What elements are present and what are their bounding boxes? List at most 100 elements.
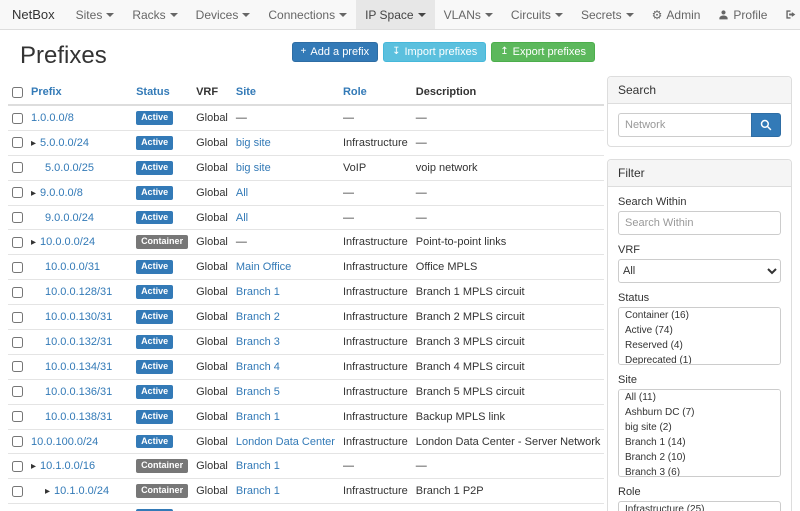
- row-checkbox[interactable]: [12, 337, 23, 348]
- prefix-link[interactable]: 10.0.0.136/31: [45, 386, 112, 398]
- site-listbox[interactable]: All (11)Ashburn DC (7)big site (2)Branch…: [618, 389, 781, 477]
- vrf-cell: Global: [192, 429, 232, 454]
- listbox-option[interactable]: Reserved (4): [619, 338, 780, 353]
- row-checkbox[interactable]: [12, 162, 23, 173]
- column-header-status[interactable]: Status: [132, 80, 192, 105]
- site-link[interactable]: All: [236, 212, 248, 224]
- site-link[interactable]: Branch 5: [236, 386, 280, 398]
- prefix-link[interactable]: 1.0.0.0/8: [31, 112, 74, 124]
- expand-caret-icon[interactable]: ▸: [31, 188, 36, 199]
- site-link[interactable]: Branch 2: [236, 311, 280, 323]
- site-link[interactable]: Branch 1: [236, 286, 280, 298]
- row-checkbox[interactable]: [12, 212, 23, 223]
- prefix-link[interactable]: 10.0.0.134/31: [45, 361, 112, 373]
- status-badge: Active: [136, 435, 173, 449]
- nav-item-profile[interactable]: Profile: [709, 0, 776, 29]
- select-all-checkbox[interactable]: [12, 87, 23, 98]
- prefix-link[interactable]: 9.0.0.0/24: [45, 212, 94, 224]
- prefix-link[interactable]: 10.0.0.128/31: [45, 286, 112, 298]
- nav-item-racks[interactable]: Racks: [123, 0, 186, 29]
- nav-item-sites[interactable]: Sites: [67, 0, 124, 29]
- row-checkbox[interactable]: [12, 262, 23, 273]
- prefix-link[interactable]: 10.0.0.0/31: [45, 261, 100, 273]
- nav-item-logout[interactable]: Log out: [776, 0, 800, 29]
- prefix-link[interactable]: 10.1.0.0/16: [40, 460, 95, 472]
- site-link[interactable]: Branch 1: [236, 411, 280, 423]
- listbox-option[interactable]: Infrastructure (25): [619, 502, 780, 511]
- status-badge: Active: [136, 260, 173, 274]
- site-link[interactable]: London Data Center: [236, 436, 335, 448]
- column-header-prefix[interactable]: Prefix: [27, 80, 132, 105]
- expand-caret-icon[interactable]: ▸: [31, 138, 36, 149]
- search-input[interactable]: [618, 113, 751, 137]
- row-checkbox[interactable]: [12, 386, 23, 397]
- nav-item-secrets[interactable]: Secrets: [572, 0, 643, 29]
- column-header-role[interactable]: Role: [339, 80, 412, 105]
- prefix-cell: 10.0.0.134/31: [27, 354, 132, 379]
- listbox-option[interactable]: Branch 1 (14): [619, 435, 780, 450]
- row-checkbox[interactable]: [12, 237, 23, 248]
- row-checkbox[interactable]: [12, 436, 23, 447]
- import-prefixes-button[interactable]: ↧Import prefixes: [383, 42, 486, 62]
- prefix-link[interactable]: 10.0.100.0/24: [31, 436, 98, 448]
- row-checkbox[interactable]: [12, 411, 23, 422]
- listbox-option[interactable]: Branch 3 (6): [619, 465, 780, 477]
- nav-item-connections[interactable]: Connections: [259, 0, 356, 29]
- site-cell: London Data Center: [232, 429, 339, 454]
- site-link[interactable]: Main Office: [236, 261, 291, 273]
- column-header-site[interactable]: Site: [232, 80, 339, 105]
- vrf-select[interactable]: All: [618, 259, 781, 283]
- row-checkbox[interactable]: [12, 187, 23, 198]
- listbox-option[interactable]: big site (2): [619, 420, 780, 435]
- site-link[interactable]: big site: [236, 162, 271, 174]
- prefix-link[interactable]: 10.0.0.0/24: [40, 236, 95, 248]
- search-within-input[interactable]: [618, 211, 781, 235]
- export-prefixes-button[interactable]: ↥Export prefixes: [491, 42, 595, 62]
- expand-caret-icon[interactable]: ▸: [45, 486, 50, 497]
- listbox-option[interactable]: All (11): [619, 390, 780, 405]
- site-link[interactable]: Branch 3: [236, 336, 280, 348]
- prefix-link[interactable]: 10.0.0.132/31: [45, 336, 112, 348]
- row-checkbox[interactable]: [12, 312, 23, 323]
- expand-caret-icon[interactable]: ▸: [31, 461, 36, 472]
- status-cell: Container: [132, 479, 192, 504]
- nav-item-ip-space[interactable]: IP Space: [356, 0, 434, 29]
- site-link[interactable]: big site: [236, 137, 271, 149]
- listbox-option[interactable]: Branch 2 (10): [619, 450, 780, 465]
- row-checkbox[interactable]: [12, 361, 23, 372]
- brand[interactable]: NetBox: [0, 0, 67, 29]
- nav-item-devices[interactable]: Devices: [187, 0, 260, 29]
- prefix-cell: 10.0.100.0/24: [27, 429, 132, 454]
- prefix-link[interactable]: 10.0.0.138/31: [45, 411, 112, 423]
- nav-item-vlans[interactable]: VLANs: [435, 0, 502, 29]
- vrf-cell: Global: [192, 230, 232, 255]
- prefix-link[interactable]: 5.0.0.0/25: [45, 162, 94, 174]
- search-button[interactable]: [751, 113, 781, 137]
- role-cell: Infrastructure: [339, 479, 412, 504]
- site-link[interactable]: All: [236, 187, 248, 199]
- row-checkbox[interactable]: [12, 287, 23, 298]
- status-listbox[interactable]: Container (16)Active (74)Reserved (4)Dep…: [618, 307, 781, 365]
- nav-item-circuits[interactable]: Circuits: [502, 0, 572, 29]
- expand-caret-icon[interactable]: ▸: [31, 237, 36, 248]
- site-link[interactable]: Branch 4: [236, 361, 280, 373]
- add-prefix-button[interactable]: +Add a prefix: [292, 42, 379, 62]
- row-checkbox[interactable]: [12, 137, 23, 148]
- site-link[interactable]: Branch 1: [236, 460, 280, 472]
- nav-item-admin[interactable]: ⚙ Admin: [643, 0, 710, 29]
- table-row: 10.0.100.0/24 Active Global London Data Cen…: [8, 429, 604, 454]
- prefix-link[interactable]: 5.0.0.0/24: [40, 137, 89, 149]
- prefix-link[interactable]: 9.0.0.0/8: [40, 187, 83, 199]
- prefix-link[interactable]: 10.1.0.0/24: [54, 485, 109, 497]
- prefix-link[interactable]: 10.0.0.130/31: [45, 311, 112, 323]
- listbox-option[interactable]: Active (74): [619, 323, 780, 338]
- role-listbox[interactable]: Infrastructure (25)Management (8)Private…: [618, 501, 781, 511]
- site-link[interactable]: Branch 1: [236, 485, 280, 497]
- row-checkbox[interactable]: [12, 113, 23, 124]
- listbox-option[interactable]: Container (16): [619, 308, 780, 323]
- listbox-option[interactable]: Deprecated (1): [619, 353, 780, 365]
- page-title: Prefixes: [20, 42, 107, 70]
- listbox-option[interactable]: Ashburn DC (7): [619, 405, 780, 420]
- row-checkbox[interactable]: [12, 461, 23, 472]
- row-checkbox[interactable]: [12, 486, 23, 497]
